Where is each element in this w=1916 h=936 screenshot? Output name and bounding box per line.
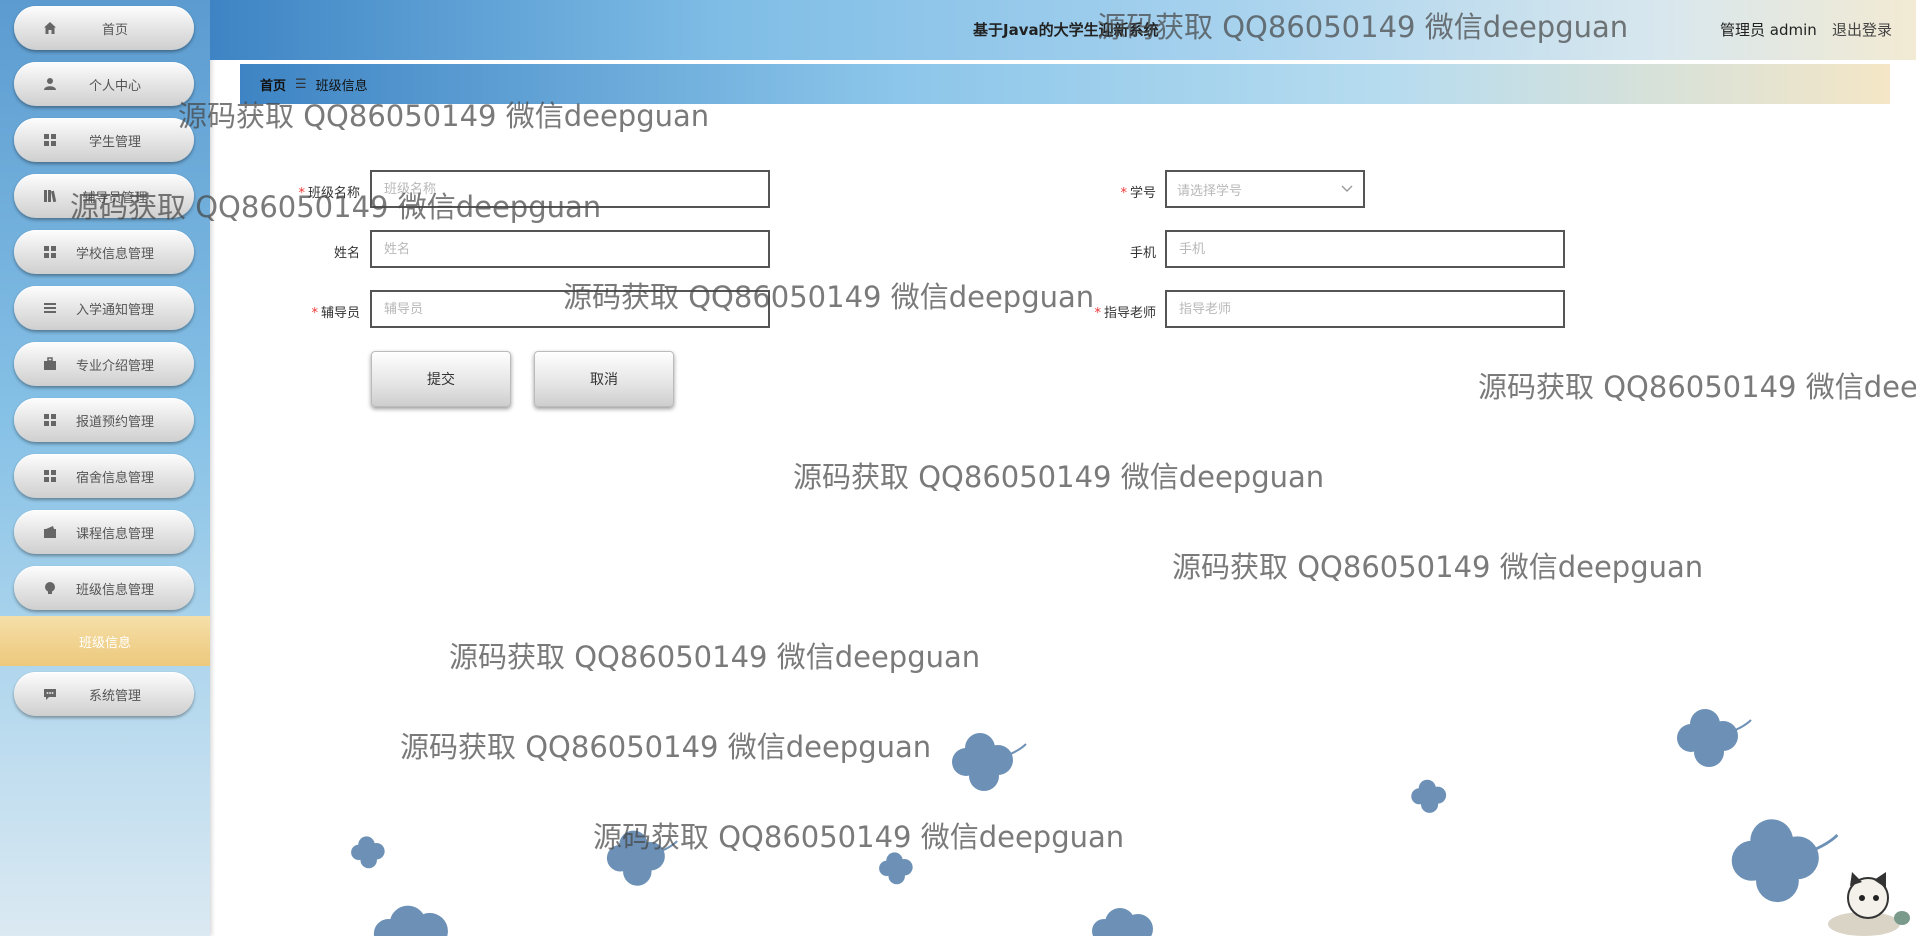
sidebar-item-label: 宿舍信息管理 <box>75 470 154 486</box>
required-mark: * <box>298 186 305 201</box>
watermark-text: 源码获取 QQ86050149 微信deepguan <box>1172 550 1704 584</box>
sidebar-item-label: 报道预约管理 <box>75 414 154 430</box>
flower-decoration-icon <box>879 852 913 885</box>
flower-decoration-icon <box>1677 709 1752 767</box>
sidebar-item-label: 班级信息管理 <box>75 582 154 598</box>
sidebar-item-dormitory[interactable]: 宿舍信息管理 <box>14 454 194 498</box>
grid-icon <box>42 132 58 148</box>
wallet-icon <box>42 524 58 540</box>
flower-decoration-icon <box>1411 779 1447 813</box>
sidebar-item-label: 学生管理 <box>88 134 141 150</box>
class-name-label: * 班级名称 <box>298 186 360 201</box>
sidebar: 首页 个人中心 学生管理 辅导员管理 学校信息管理 入学通知管理 专业介绍管理 … <box>0 0 210 936</box>
counselor-input[interactable] <box>370 290 770 328</box>
briefcase-icon <box>42 356 58 372</box>
book-icon <box>42 188 58 204</box>
bulb-icon <box>42 580 58 596</box>
name-input[interactable] <box>370 230 770 268</box>
user-icon <box>42 76 58 92</box>
required-mark: * <box>1094 306 1101 321</box>
mascot-cat-icon <box>1828 872 1910 936</box>
flower-decoration-icon <box>351 836 385 869</box>
chat-icon <box>42 686 58 702</box>
advisor-label: * 指导老师 <box>1094 306 1156 321</box>
sidebar-item-admission-notice[interactable]: 入学通知管理 <box>14 286 194 330</box>
watermark-text: 源码获取 QQ86050149 微信deepguan <box>400 730 932 764</box>
required-mark: * <box>311 306 318 321</box>
list-icon <box>42 300 58 316</box>
flower-decoration-icon <box>606 830 678 886</box>
submit-button[interactable]: 提交 <box>371 351 511 407</box>
advisor-input[interactable] <box>1165 290 1565 328</box>
sidebar-item-label: 课程信息管理 <box>75 526 154 542</box>
breadcrumb-home[interactable]: 首页 <box>260 75 286 94</box>
sidebar-item-class-info[interactable]: 班级信息管理 <box>14 566 194 610</box>
grid-icon <box>42 244 58 260</box>
sidebar-item-profile[interactable]: 个人中心 <box>14 62 194 106</box>
sidebar-item-major-intro[interactable]: 专业介绍管理 <box>14 342 194 386</box>
sidebar-item-courses[interactable]: 课程信息管理 <box>14 510 194 554</box>
home-icon <box>42 20 58 36</box>
sidebar-item-label: 系统管理 <box>88 688 141 704</box>
sidebar-item-system[interactable]: 系统管理 <box>14 672 194 716</box>
flower-decoration-icon <box>1092 908 1153 936</box>
counselor-label: * 辅导员 <box>311 306 360 321</box>
chevron-down-icon <box>1341 182 1353 197</box>
sidebar-item-label: 学校信息管理 <box>75 246 154 262</box>
sidebar-item-label: 入学通知管理 <box>75 302 154 318</box>
sidebar-item-label: 个人中心 <box>88 78 141 94</box>
sidebar-item-home[interactable]: 首页 <box>14 6 194 50</box>
sidebar-subitem-class-info[interactable]: 班级信息 <box>0 616 210 666</box>
phone-input[interactable] <box>1165 230 1565 268</box>
flower-decoration-icon <box>952 733 1027 791</box>
watermark-text: 源码获取 QQ86050149 微信deepguan <box>793 460 1325 494</box>
sidebar-item-label: 专业介绍管理 <box>75 358 154 374</box>
name-label: 姓名 <box>333 246 360 261</box>
logout-link[interactable]: 退出登录 <box>1832 19 1892 40</box>
breadcrumb: 首页 ☰ 班级信息 <box>240 64 1890 104</box>
watermark-text: 源码获取 QQ86050149 微信deepguan <box>1478 370 1916 404</box>
sidebar-item-registration[interactable]: 报道预约管理 <box>14 398 194 442</box>
app-title: 基于Java的大学生迎新系统 <box>973 21 1159 39</box>
top-header: 基于Java的大学生迎新系统 管理员 admin 退出登录 <box>210 0 1916 60</box>
cancel-button[interactable]: 取消 <box>534 351 674 407</box>
sidebar-item-school-info[interactable]: 学校信息管理 <box>14 230 194 274</box>
flower-decoration-icon <box>373 905 448 936</box>
current-user: 管理员 admin <box>1720 21 1817 39</box>
student-id-placeholder: 请选择学号 <box>1177 183 1243 199</box>
required-mark: * <box>1120 186 1127 201</box>
student-id-label: * 学号 <box>1120 186 1156 201</box>
sidebar-item-label: 首页 <box>101 22 128 38</box>
sidebar-subitem-label: 班级信息 <box>78 635 131 651</box>
student-id-select[interactable]: 请选择学号 <box>1165 170 1365 208</box>
watermark-text: 源码获取 QQ86050149 微信deepguan <box>449 640 981 674</box>
grid-icon <box>42 468 58 484</box>
sidebar-item-label: 辅导员管理 <box>82 190 148 206</box>
breadcrumb-separator-icon: ☰ <box>295 76 307 92</box>
phone-label: 手机 <box>1129 246 1156 261</box>
sidebar-item-students[interactable]: 学生管理 <box>14 118 194 162</box>
grid-icon <box>42 412 58 428</box>
class-name-input[interactable] <box>370 170 770 208</box>
breadcrumb-current: 班级信息 <box>315 78 368 94</box>
sidebar-item-counselors[interactable]: 辅导员管理 <box>14 174 194 218</box>
